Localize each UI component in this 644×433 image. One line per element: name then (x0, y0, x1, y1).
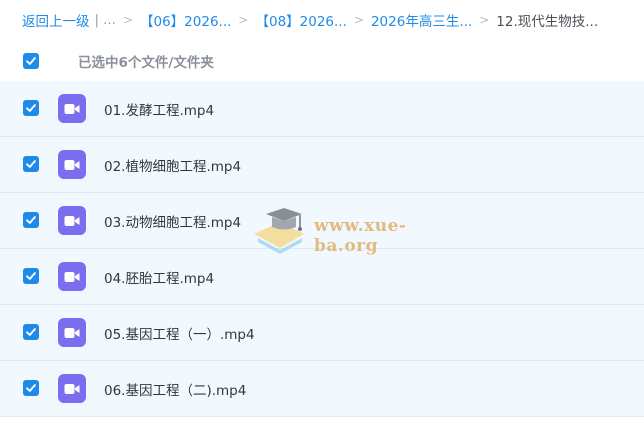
breadcrumb-item-2[interactable]: 【08】2026... (255, 10, 346, 30)
file-name[interactable]: 04.胚胎工程.mp4 (104, 267, 214, 287)
breadcrumb-separator: > (238, 13, 249, 27)
video-file-icon (58, 262, 86, 291)
check-icon (26, 160, 36, 168)
breadcrumb-item-1[interactable]: 【06】2026... (140, 10, 231, 30)
file-name[interactable]: 05.基因工程（一）.mp4 (104, 323, 255, 343)
back-link[interactable]: 返回上一级 (22, 10, 90, 30)
file-name[interactable]: 06.基因工程（二).mp4 (104, 379, 246, 399)
breadcrumb-item-3[interactable]: 2026年高三生... (371, 10, 472, 30)
file-name[interactable]: 02.植物细胞工程.mp4 (104, 155, 241, 175)
breadcrumb-current: 12.现代生物技... (496, 14, 599, 30)
file-row[interactable]: 06.基因工程（二).mp4 (0, 361, 644, 417)
video-file-icon (58, 150, 86, 179)
file-row[interactable]: 05.基因工程（一）.mp4 (0, 305, 644, 361)
check-icon (26, 272, 36, 280)
selection-summary: 已选中6个文件/文件夹 (78, 55, 214, 71)
file-row[interactable]: 02.植物细胞工程.mp4 (0, 137, 644, 193)
breadcrumb-separator: > (353, 13, 364, 27)
check-icon (26, 104, 36, 112)
file-checkbox[interactable] (23, 212, 39, 228)
file-row[interactable]: 03.动物细胞工程.mp4 (0, 193, 644, 249)
breadcrumb-ellipsis[interactable]: ... (103, 12, 116, 28)
file-checkbox[interactable] (23, 324, 39, 340)
file-checkbox[interactable] (23, 156, 39, 172)
select-all-checkbox[interactable] (23, 53, 39, 69)
breadcrumb: 返回上一级 | ... > 【06】2026... > 【08】2026... … (22, 9, 642, 31)
video-file-icon (58, 318, 86, 347)
video-file-icon (58, 206, 86, 235)
video-file-icon (58, 374, 86, 403)
check-icon (26, 216, 36, 224)
file-name[interactable]: 03.动物细胞工程.mp4 (104, 211, 241, 231)
file-name[interactable]: 01.发酵工程.mp4 (104, 99, 214, 119)
breadcrumb-separator: > (122, 13, 133, 27)
breadcrumb-divider: | (94, 12, 100, 28)
check-icon (26, 384, 36, 392)
file-list: 01.发酵工程.mp4 02.植物细胞工程.mp4 03.动物细胞工程.mp4 (0, 81, 644, 417)
check-icon (26, 57, 36, 65)
breadcrumb-separator: > (479, 13, 490, 27)
file-checkbox[interactable] (23, 268, 39, 284)
file-row[interactable]: 04.胚胎工程.mp4 (0, 249, 644, 305)
file-checkbox[interactable] (23, 380, 39, 396)
video-file-icon (58, 94, 86, 123)
file-checkbox[interactable] (23, 100, 39, 116)
select-all-row: 已选中6个文件/文件夹 (0, 43, 644, 79)
file-browser: 返回上一级 | ... > 【06】2026... > 【08】2026... … (0, 0, 644, 433)
check-icon (26, 328, 36, 336)
file-row[interactable]: 01.发酵工程.mp4 (0, 81, 644, 137)
